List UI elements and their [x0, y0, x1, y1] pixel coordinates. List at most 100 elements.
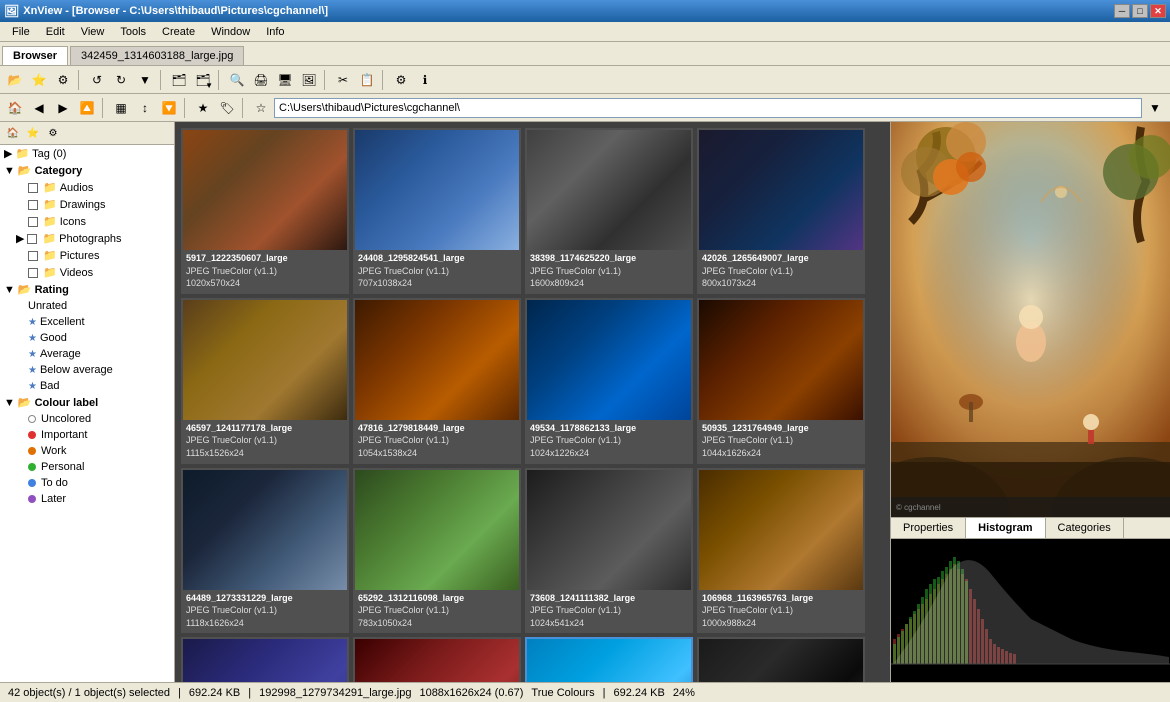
tb-folder2-btn[interactable]: 🗂▼	[192, 69, 214, 91]
tb-settings-btn[interactable]: ⚙	[390, 69, 412, 91]
tb-options-btn[interactable]: ⚙	[52, 69, 74, 91]
tb-open-btn[interactable]: 📂	[4, 69, 26, 91]
tb-path-go[interactable]: ▼	[1144, 97, 1166, 119]
cat-folder-drawings: 📁	[43, 198, 57, 211]
photos-expand: ▶	[16, 232, 24, 245]
tb-nav-back[interactable]: ◀	[28, 97, 50, 119]
thumbnail-info: 24408_1295824541_largeJPEG TrueColor (v1…	[355, 250, 519, 292]
tb-copy-btn[interactable]: 📋	[356, 69, 378, 91]
minimize-button[interactable]: ─	[1114, 4, 1130, 18]
left-home-btn[interactable]: 🏠	[4, 124, 22, 142]
list-item[interactable]: 38398_1174625220_largeJPEG TrueColor (v1…	[525, 128, 693, 294]
list-item[interactable]: 5917_1222350607_largeJPEG TrueColor (v1.…	[181, 128, 349, 294]
rating-label-average: Average	[40, 348, 81, 360]
path-input[interactable]	[274, 98, 1142, 118]
tree-colour-section[interactable]: ▼ 📂 Colour label	[0, 394, 174, 411]
tree-cat-icons[interactable]: 📁 Icons	[0, 213, 174, 230]
menu-window[interactable]: Window	[203, 24, 258, 40]
list-item[interactable]: 47816_1279818449_largeJPEG TrueColor (v1…	[353, 298, 521, 464]
left-star-btn[interactable]: ⭐	[24, 124, 42, 142]
tab-image[interactable]: 342459_1314603188_large.jpg	[70, 46, 244, 65]
restore-button[interactable]: □	[1132, 4, 1148, 18]
tb-label-btn[interactable]: 🏷	[216, 97, 238, 119]
cat-folder-videos: 📁	[43, 266, 57, 279]
tb-refresh-btn[interactable]: ↺	[86, 69, 108, 91]
tb-print-btn[interactable]: 🖨	[250, 69, 272, 91]
tree-rating-section[interactable]: ▼ 📂 Rating	[0, 281, 174, 298]
list-item[interactable]: 64489_1273331229_largeJPEG TrueColor (v1…	[181, 468, 349, 634]
tree-tag-section[interactable]: ▶ 📁 Tag (0)	[0, 145, 174, 162]
list-item[interactable]: 125841_1166714058_la...JPEG TrueColor (v…	[181, 637, 349, 682]
tb-star2-btn[interactable]: ☆	[250, 97, 272, 119]
right-tab-properties[interactable]: Properties	[891, 518, 966, 538]
tree-rating-unrated[interactable]: Unrated	[0, 298, 174, 314]
left-settings-btn[interactable]: ⚙	[44, 124, 62, 142]
list-item[interactable]: 50935_1231764949_largeJPEG TrueColor (v1…	[697, 298, 865, 464]
tb-nav-home[interactable]: 🏠	[4, 97, 26, 119]
list-item[interactable]: 24408_1295824541_largeJPEG TrueColor (v1…	[353, 128, 521, 294]
tb-nav-btn[interactable]: ▼	[134, 69, 156, 91]
list-item[interactable]: 46597_1241177178_largeJPEG TrueColor (v1…	[181, 298, 349, 464]
tb-sort-btn[interactable]: ↕	[134, 97, 156, 119]
tb-folder-btn[interactable]: 🗂	[168, 69, 190, 91]
tree-cat-photographs[interactable]: ▶ 📁 Photographs	[0, 230, 174, 247]
center-panel[interactable]: 5917_1222350607_largeJPEG TrueColor (v1.…	[175, 122, 890, 682]
thumbnail-image	[527, 470, 691, 590]
tree-cat-pictures[interactable]: 📁 Pictures	[0, 247, 174, 264]
tb-find-btn[interactable]: 🔍	[226, 69, 248, 91]
tree-rating-excellent[interactable]: ★ Excellent	[0, 314, 174, 330]
tree-colour-important[interactable]: Important	[0, 427, 174, 443]
list-item[interactable]: 193080_1180812449_la...JPEG TrueColor (v…	[697, 637, 865, 682]
list-item[interactable]: 49534_1178862133_largeJPEG TrueColor (v1…	[525, 298, 693, 464]
menu-view[interactable]: View	[73, 24, 113, 40]
tree-colour-work[interactable]: Work	[0, 443, 174, 459]
tree-cat-drawings[interactable]: 📁 Drawings	[0, 196, 174, 213]
tree-cat-videos[interactable]: 📁 Videos	[0, 264, 174, 281]
tb-nav-up[interactable]: 🔼	[76, 97, 98, 119]
tb-refresh2-btn[interactable]: ↻	[110, 69, 132, 91]
menu-file[interactable]: File	[4, 24, 38, 40]
close-button[interactable]: ✕	[1150, 4, 1166, 18]
tree-colour-personal[interactable]: Personal	[0, 459, 174, 475]
list-item[interactable]: 42026_1265649007_largeJPEG TrueColor (v1…	[697, 128, 865, 294]
right-tab-histogram[interactable]: Histogram	[966, 518, 1045, 538]
tab-browser[interactable]: Browser	[2, 46, 68, 65]
menu-create[interactable]: Create	[154, 24, 203, 40]
tree-category-section[interactable]: ▼ 📂 Category	[0, 162, 174, 179]
cat-label-audios: Audios	[60, 182, 94, 194]
tree-rating-below[interactable]: ★ Below average	[0, 362, 174, 378]
tree-rating-average[interactable]: ★ Average	[0, 346, 174, 362]
menu-info[interactable]: Info	[258, 24, 292, 40]
tree-rating-bad[interactable]: ★ Bad	[0, 378, 174, 394]
list-item[interactable]: 192998_1279734291_la...JPEG TrueColor (v…	[525, 637, 693, 682]
list-item[interactable]: 65292_1312116098_largeJPEG TrueColor (v1…	[353, 468, 521, 634]
menu-tools[interactable]: Tools	[112, 24, 154, 40]
tb-cut-btn[interactable]: ✂	[332, 69, 354, 91]
thumbnail-info: 65292_1312116098_largeJPEG TrueColor (v1…	[355, 590, 519, 632]
tree-rating-good[interactable]: ★ Good	[0, 330, 174, 346]
list-item[interactable]: 73608_1241111382_largeJPEG TrueColor (v1…	[525, 468, 693, 634]
preview-area: © cgchannel	[891, 122, 1170, 517]
right-tab-categories[interactable]: Categories	[1046, 518, 1124, 538]
tb-star-btn[interactable]: ⭐	[28, 69, 50, 91]
menu-edit[interactable]: Edit	[38, 24, 73, 40]
rating-label-unrated: Unrated	[28, 300, 67, 312]
cat-cb-photos	[27, 234, 37, 244]
tree-colour-later[interactable]: Later	[0, 491, 174, 507]
thumbnail-image	[527, 639, 691, 682]
colour-label-todo: To do	[41, 477, 68, 489]
tb-filter-btn[interactable]: 🔽	[158, 97, 180, 119]
thumbnail-grid: 5917_1222350607_largeJPEG TrueColor (v1.…	[175, 122, 890, 682]
tree-colour-todo[interactable]: To do	[0, 475, 174, 491]
status-file-name: 192998_1279734291_large.jpg	[259, 687, 411, 699]
tb-view-btn[interactable]: ▦	[110, 97, 132, 119]
tree-colour-uncolored[interactable]: Uncolored	[0, 411, 174, 427]
list-item[interactable]: 106968_1163965763_largeJPEG TrueColor (v…	[697, 468, 865, 634]
tb-rating-btn[interactable]: ★	[192, 97, 214, 119]
tree-cat-audios[interactable]: 📁 Audios	[0, 179, 174, 196]
tb-info-btn[interactable]: ℹ	[414, 69, 436, 91]
list-item[interactable]: 160022_1205695844_la...JPEG TrueColor (v…	[353, 637, 521, 682]
tb-nav-forward[interactable]: ▶	[52, 97, 74, 119]
tb-img-btn[interactable]: 🖼	[298, 69, 320, 91]
tb-screen-btn[interactable]: 🖥	[274, 69, 296, 91]
